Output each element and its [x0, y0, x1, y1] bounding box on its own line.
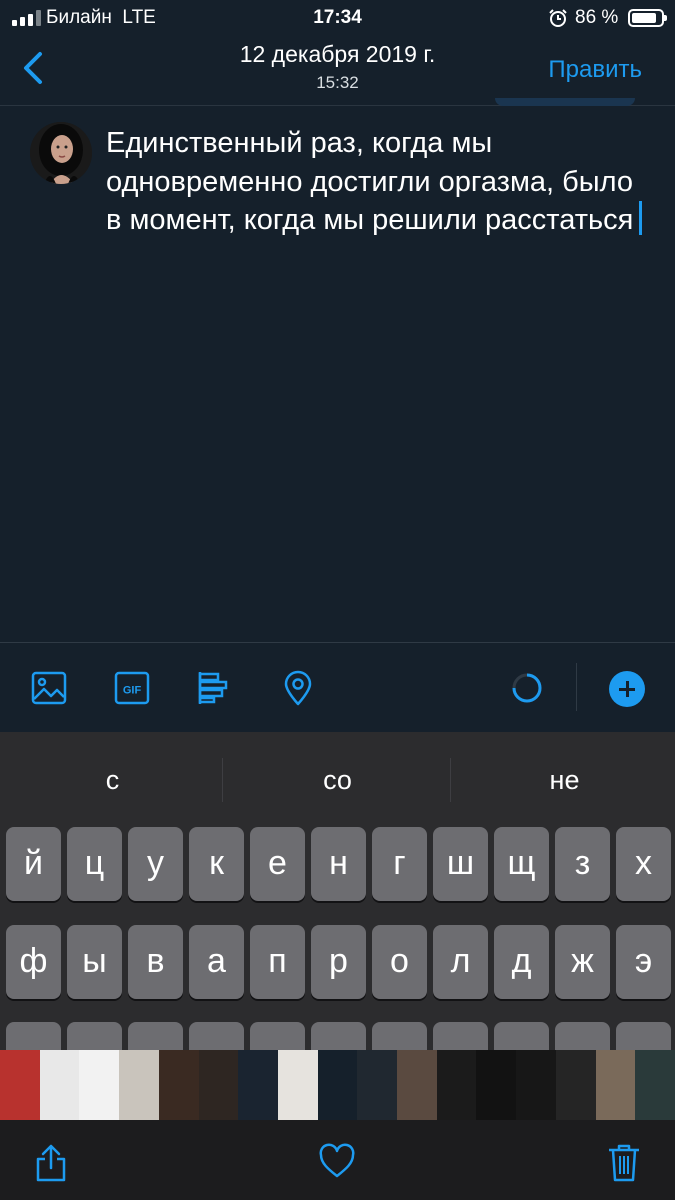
progress-ring-icon — [512, 673, 542, 703]
key[interactable]: ц — [67, 827, 122, 901]
key[interactable]: д — [494, 925, 549, 999]
add-thread-icon[interactable] — [609, 671, 645, 707]
tweet-text: Единственный раз, когда мы одновременно … — [106, 127, 634, 236]
gif-icon[interactable]: GIF — [113, 669, 151, 707]
photo-thumbnail[interactable] — [555, 1050, 596, 1120]
key[interactable]: р — [311, 925, 366, 999]
tweet-text-input[interactable]: Единственный раз, когда мы одновременно … — [106, 124, 646, 240]
nav-highlight — [495, 98, 635, 106]
key[interactable]: г — [372, 827, 427, 901]
photo-thumbnail[interactable] — [317, 1050, 358, 1120]
edit-button[interactable]: Править — [548, 56, 642, 84]
key[interactable]: а — [189, 925, 244, 999]
photo-thumbnail[interactable] — [436, 1050, 477, 1120]
text-caret — [639, 201, 643, 235]
alarm-icon — [549, 9, 567, 27]
nav-bar: 12 декабря 2019 г. 15:32 Править — [0, 36, 675, 106]
svg-text:GIF: GIF — [123, 685, 142, 697]
key[interactable]: ф — [6, 925, 61, 999]
suggestion-divider — [450, 758, 451, 802]
key[interactable] — [555, 1022, 610, 1052]
key[interactable]: й — [6, 827, 61, 901]
key[interactable] — [67, 1022, 122, 1052]
key[interactable]: н — [311, 827, 366, 901]
trash-icon[interactable] — [605, 1142, 643, 1182]
photo-thumbnail[interactable] — [198, 1050, 239, 1120]
photo-thumbnail[interactable] — [39, 1050, 80, 1120]
key[interactable] — [433, 1022, 488, 1052]
photo-thumbnail-strip[interactable] — [0, 1050, 675, 1120]
location-icon[interactable] — [279, 669, 317, 707]
photo-thumbnail[interactable] — [158, 1050, 199, 1120]
key[interactable]: к — [189, 827, 244, 901]
share-icon[interactable] — [32, 1142, 70, 1182]
photo-thumbnail[interactable] — [357, 1050, 398, 1120]
key[interactable] — [128, 1022, 183, 1052]
keyboard: с со не й ц у к е н г ш щ з х ф ы в а п … — [0, 732, 675, 1052]
battery-fill — [632, 13, 657, 23]
key[interactable]: е — [250, 827, 305, 901]
photo-thumbnail[interactable] — [238, 1050, 278, 1120]
toolbar-divider — [576, 663, 577, 711]
heart-icon[interactable] — [318, 1142, 356, 1182]
bottom-bar — [0, 1120, 675, 1200]
key[interactable]: ы — [67, 925, 122, 999]
shift-key[interactable] — [6, 1022, 61, 1052]
key[interactable]: л — [433, 925, 488, 999]
photo-thumbnail[interactable] — [0, 1050, 40, 1120]
photo-thumbnail[interactable] — [397, 1050, 437, 1120]
status-clock: 17:34 — [313, 7, 362, 28]
key[interactable]: х — [616, 827, 671, 901]
photo-thumbnail[interactable] — [516, 1050, 556, 1120]
suggestion-item[interactable]: с — [0, 765, 225, 796]
key[interactable]: в — [128, 925, 183, 999]
suggestion-item[interactable]: не — [452, 765, 675, 796]
photo-thumbnail[interactable] — [476, 1050, 517, 1120]
key[interactable] — [311, 1022, 366, 1052]
image-icon[interactable] — [30, 669, 68, 707]
delete-key[interactable] — [616, 1022, 671, 1052]
key[interactable]: у — [128, 827, 183, 901]
key[interactable] — [189, 1022, 244, 1052]
key[interactable]: п — [250, 925, 305, 999]
battery-icon — [628, 9, 667, 27]
photo-thumbnail[interactable] — [79, 1050, 120, 1120]
suggestion-divider — [222, 758, 223, 802]
key[interactable]: ж — [555, 925, 610, 999]
avatar — [30, 122, 92, 184]
key[interactable]: ш — [433, 827, 488, 901]
key[interactable]: щ — [494, 827, 549, 901]
photo-thumbnail[interactable] — [119, 1050, 159, 1120]
key[interactable]: э — [616, 925, 671, 999]
key[interactable] — [250, 1022, 305, 1052]
poll-icon[interactable] — [196, 669, 234, 707]
photo-thumbnail[interactable] — [595, 1050, 636, 1120]
status-bar: Билайн LTE 17:34 86 % — [0, 0, 675, 36]
suggestion-bar: с со не — [0, 732, 675, 824]
photo-thumbnail[interactable] — [635, 1050, 675, 1120]
key[interactable]: о — [372, 925, 427, 999]
key[interactable] — [494, 1022, 549, 1052]
photo-thumbnail[interactable] — [277, 1050, 318, 1120]
suggestion-item[interactable]: со — [225, 765, 450, 796]
key[interactable]: з — [555, 827, 610, 901]
battery-percent: 86 % — [575, 7, 619, 28]
key[interactable] — [372, 1022, 427, 1052]
composer-toolbar: GIF — [0, 642, 675, 732]
